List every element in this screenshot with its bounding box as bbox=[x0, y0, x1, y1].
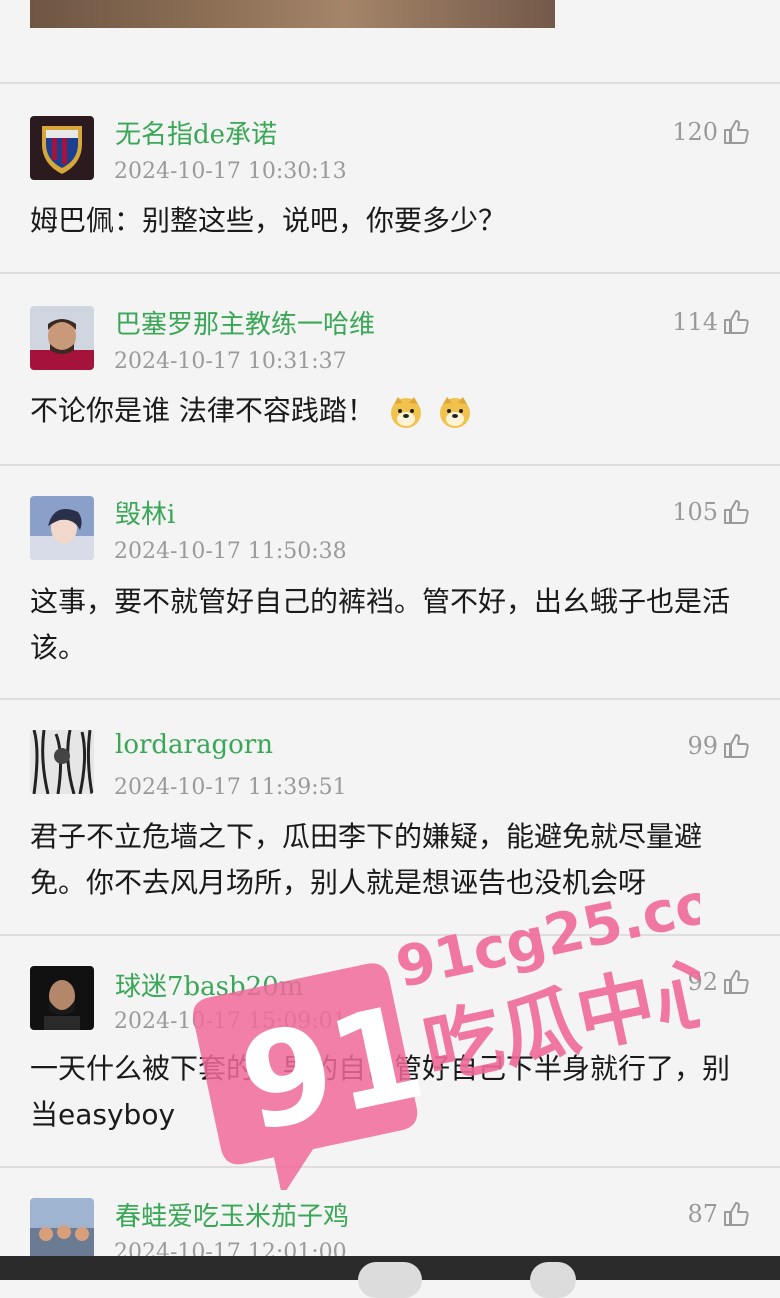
comment-username[interactable]: 春蛙爱吃玉米茄子鸡 bbox=[115, 1196, 349, 1233]
comment-timestamp: 2024-10-17 15:09:01 bbox=[114, 1009, 347, 1034]
comment-item: 球迷7basb20m 2024-10-17 15:09:01 92 一天什么被下… bbox=[0, 934, 780, 1166]
like-button[interactable]: 92 bbox=[687, 968, 750, 996]
like-count: 92 bbox=[687, 968, 718, 996]
like-button[interactable]: 114 bbox=[672, 308, 750, 336]
avatar[interactable] bbox=[30, 1198, 94, 1262]
like-button[interactable]: 87 bbox=[687, 1200, 750, 1228]
avatar[interactable] bbox=[30, 730, 94, 794]
thumbs-up-icon bbox=[724, 500, 749, 524]
comment-timestamp: 2024-10-17 11:39:51 bbox=[114, 775, 347, 800]
thumbs-up-icon bbox=[724, 970, 749, 994]
doge-emoji-icon bbox=[390, 397, 421, 428]
comment-text: 这事，要不就管好自己的裤裆。管不好，出幺蛾子也是活该。 bbox=[30, 585, 731, 664]
comment-text: 君子不立危墙之下，瓜田李下的嫌疑，能避免就尽量避免。你不去风月场所，别人就是想诬… bbox=[30, 820, 703, 899]
comment-text: 姆巴佩：别整这些，说吧，你要多少？ bbox=[30, 204, 507, 237]
avatar[interactable] bbox=[30, 116, 94, 180]
avatar[interactable] bbox=[30, 966, 94, 1030]
like-count: 114 bbox=[672, 308, 718, 336]
comment-text: 一天什么被下套的，男的自己管好自己下半身就行了，别当easyboy bbox=[30, 1052, 731, 1131]
like-count: 105 bbox=[672, 498, 718, 526]
like-count: 120 bbox=[672, 118, 718, 146]
article-image bbox=[30, 0, 555, 28]
avatar[interactable] bbox=[30, 306, 94, 370]
comment-timestamp: 2024-10-17 10:30:13 bbox=[114, 159, 347, 184]
comment-username[interactable]: 巴塞罗那主教练一哈维 bbox=[115, 304, 375, 341]
comment-item: 无名指de承诺 2024-10-17 10:30:13 120 姆巴佩：别整这些… bbox=[0, 82, 780, 272]
comment-item: lordaragorn 2024-10-17 11:39:51 99 君子不立危… bbox=[0, 698, 780, 934]
avatar[interactable] bbox=[30, 496, 94, 560]
comment-item: 巴塞罗那主教练一哈维 2024-10-17 10:31:37 114 不论你是谁… bbox=[0, 272, 780, 464]
thumbs-up-icon bbox=[724, 1202, 749, 1226]
comment-username[interactable]: 球迷7basb20m bbox=[115, 966, 303, 1003]
comment-item: 毁林i 2024-10-17 11:50:38 105 这事，要不就管好自己的裤… bbox=[0, 464, 780, 698]
comment-timestamp: 2024-10-17 11:50:38 bbox=[114, 539, 347, 564]
comment-text-body: 不论你是谁 法律不容践踏！ bbox=[30, 394, 375, 427]
thumbs-up-icon bbox=[724, 120, 749, 144]
thumbs-up-icon bbox=[724, 310, 749, 334]
nav-button[interactable] bbox=[530, 1262, 576, 1298]
like-count: 99 bbox=[687, 732, 718, 760]
comment-username[interactable]: 毁林i bbox=[115, 494, 175, 531]
comment-text: 不论你是谁 法律不容践踏！ bbox=[30, 388, 752, 434]
doge-emoji-icon bbox=[439, 397, 470, 428]
like-button[interactable]: 120 bbox=[672, 118, 750, 146]
comment-username[interactable]: 无名指de承诺 bbox=[115, 114, 277, 151]
like-button[interactable]: 99 bbox=[687, 732, 750, 760]
like-button[interactable]: 105 bbox=[672, 498, 750, 526]
bottom-bar bbox=[0, 1256, 780, 1298]
like-count: 87 bbox=[687, 1200, 718, 1228]
nav-button[interactable] bbox=[358, 1262, 422, 1298]
comment-username[interactable]: lordaragorn bbox=[115, 730, 273, 760]
thumbs-up-icon bbox=[724, 734, 749, 758]
comment-timestamp: 2024-10-17 10:31:37 bbox=[114, 349, 347, 374]
